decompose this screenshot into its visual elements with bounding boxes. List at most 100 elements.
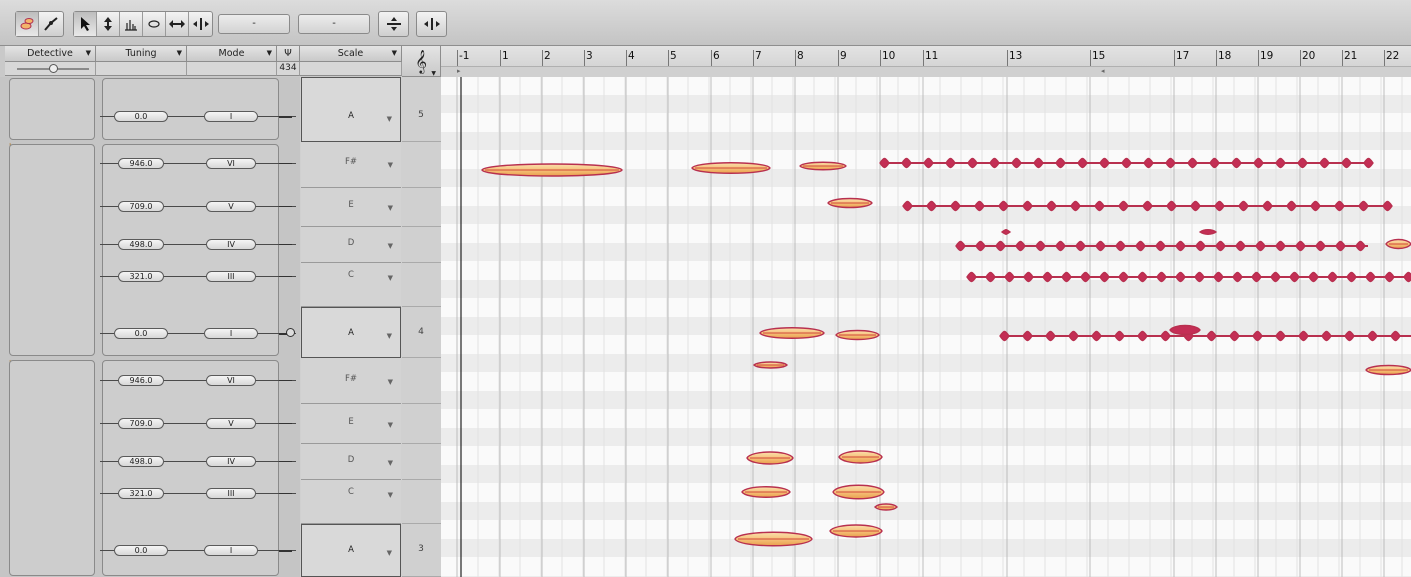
scale-note-label: F#	[344, 157, 357, 167]
center-time-button[interactable]	[417, 12, 446, 36]
scale-note-select[interactable]: E ▼	[301, 188, 401, 227]
time-tool-button[interactable]	[166, 12, 189, 36]
mode-degree-field[interactable]: IV	[206, 239, 256, 250]
scale-note-select[interactable]: A ▼	[301, 307, 401, 358]
note-blob[interactable]	[1363, 157, 1374, 169]
line-tool-button[interactable]	[39, 12, 62, 36]
note-blob[interactable]	[1011, 157, 1022, 169]
note-blob[interactable]	[1033, 157, 1044, 169]
ruler-bar-number: 20	[1302, 50, 1316, 62]
cents-value-field[interactable]: 498.0	[118, 456, 164, 467]
center-pitch-button-wrap	[378, 11, 409, 37]
cents-value-field[interactable]: 709.0	[118, 418, 164, 429]
note-blob[interactable]	[1187, 157, 1198, 169]
scale-header[interactable]: Scale ▼	[300, 46, 402, 62]
scale-note-select[interactable]: C ▼	[301, 480, 401, 524]
tuning-panel: 0.0 I 946.0 VI 709.0 V 498.0 IV 321.0 III 0.0 I 946.…	[0, 77, 300, 577]
cents-value-field[interactable]: 0.0	[114, 111, 168, 122]
tuning-label: Tuning	[125, 48, 157, 59]
mode-degree-field[interactable]: V	[206, 418, 256, 429]
center-pitch-button[interactable]	[379, 12, 408, 36]
ruler-tick	[711, 50, 712, 66]
fork-marker	[279, 550, 292, 552]
note-blob-view-button[interactable]	[16, 12, 39, 36]
ruler-tick	[1216, 50, 1217, 66]
note-blob[interactable]	[945, 157, 956, 169]
cents-value-field[interactable]: 0.0	[114, 545, 168, 556]
mode-header[interactable]: Mode ▼	[187, 46, 277, 62]
note-blob[interactable]	[989, 157, 1000, 169]
ruler-tick	[753, 50, 754, 66]
scale-note-label: F#	[344, 374, 357, 384]
mode-degree-field[interactable]: IV	[206, 456, 256, 467]
mode-degree-field[interactable]: V	[206, 201, 256, 212]
note-grid-canvas[interactable]	[441, 77, 1411, 577]
mode-degree-field[interactable]: III	[206, 271, 256, 282]
reference-ring-icon[interactable]	[286, 328, 295, 337]
formant-tool-button[interactable]	[120, 12, 143, 36]
main-tool-button[interactable]	[74, 12, 97, 36]
ruler-bar-number: 2	[544, 50, 551, 62]
note-blob[interactable]	[1231, 157, 1242, 169]
note-editor-grid[interactable]	[441, 77, 1411, 577]
scale-column: A ▼ 5 F# ▼ E ▼ D ▼ C ▼ A ▼ 4 F# ▼ E ▼ D ▼ C ▼ A ▼ 3	[300, 77, 441, 577]
amplitude-tool-button[interactable]	[143, 12, 166, 36]
cents-value-field[interactable]: 946.0	[118, 158, 164, 169]
note-blob[interactable]	[1169, 324, 1201, 336]
note-blob[interactable]	[1121, 157, 1132, 169]
scale-note-select[interactable]: D ▼	[301, 444, 401, 480]
scale-note-select[interactable]: A ▼	[301, 77, 401, 142]
ruler-bar-number: 9	[840, 50, 847, 62]
note-blob[interactable]	[1000, 229, 1012, 235]
note-blob[interactable]	[1319, 157, 1330, 169]
note-blob[interactable]	[879, 157, 890, 169]
pitch-tool-button[interactable]	[97, 12, 120, 36]
mode-degree-field[interactable]: VI	[206, 158, 256, 169]
note-blob[interactable]	[1055, 157, 1066, 169]
cents-value-field[interactable]: 946.0	[118, 375, 164, 386]
tuning-fork-icon: Ψ	[284, 48, 292, 59]
scale-note-select[interactable]: F# ▼	[301, 142, 401, 188]
scale-note-select[interactable]: D ▼	[301, 227, 401, 263]
mode-degree-field[interactable]: I	[204, 328, 258, 339]
note-blob[interactable]	[923, 157, 934, 169]
center-horizontal-icon	[423, 18, 440, 30]
mode-degree-field[interactable]: I	[204, 111, 258, 122]
note-blob[interactable]	[1209, 157, 1220, 169]
tuning-fork-header[interactable]: Ψ	[277, 46, 300, 62]
octave-group-panel	[9, 360, 95, 576]
mode-degree-field[interactable]: I	[204, 545, 258, 556]
value-field-1[interactable]: -	[218, 14, 290, 34]
mode-degree-field[interactable]: VI	[206, 375, 256, 386]
value-field-2[interactable]: -	[298, 14, 370, 34]
time-ruler[interactable]: -1 1 2 3 4 5 6 7 8 9 10 11 13 15 17 18 19 20 21 22 ▸ ◂	[441, 46, 1411, 77]
note-blob[interactable]	[901, 157, 912, 169]
cents-value-field[interactable]: 709.0	[118, 201, 164, 212]
separation-tool-button[interactable]	[189, 12, 212, 36]
ruler-bar-number: 18	[1218, 50, 1232, 62]
note-blob[interactable]	[1077, 157, 1088, 169]
note-blob[interactable]	[967, 157, 978, 169]
detective-header[interactable]: Detective ▼	[5, 46, 96, 62]
scale-note-select[interactable]: E ▼	[301, 404, 401, 444]
scale-note-select[interactable]: F# ▼	[301, 358, 401, 404]
mode-degree-field[interactable]: III	[206, 488, 256, 499]
ruler-tick	[668, 50, 669, 66]
cents-value-field[interactable]: 498.0	[118, 239, 164, 250]
chevron-down-icon: ▼	[386, 115, 392, 123]
scale-note-select[interactable]: C ▼	[301, 263, 401, 307]
cents-value-field[interactable]: 321.0	[118, 488, 164, 499]
note-blob[interactable]	[1275, 157, 1286, 169]
cents-value-field[interactable]: 321.0	[118, 271, 164, 282]
note-blob[interactable]	[1341, 157, 1352, 169]
note-blob[interactable]	[1297, 157, 1308, 169]
reference-pitch-field[interactable]: 434	[277, 62, 300, 76]
sensitivity-slider-thumb[interactable]	[49, 64, 58, 73]
note-blob[interactable]	[1143, 157, 1154, 169]
octave-number: 4	[418, 327, 424, 337]
tuning-header[interactable]: Tuning ▼	[96, 46, 187, 62]
cents-value-field[interactable]: 0.0	[114, 328, 168, 339]
scale-note-select[interactable]: A ▼	[301, 524, 401, 577]
clef-button[interactable]: 𝄞 ▼	[402, 46, 441, 77]
note-blob[interactable]	[1198, 229, 1218, 235]
